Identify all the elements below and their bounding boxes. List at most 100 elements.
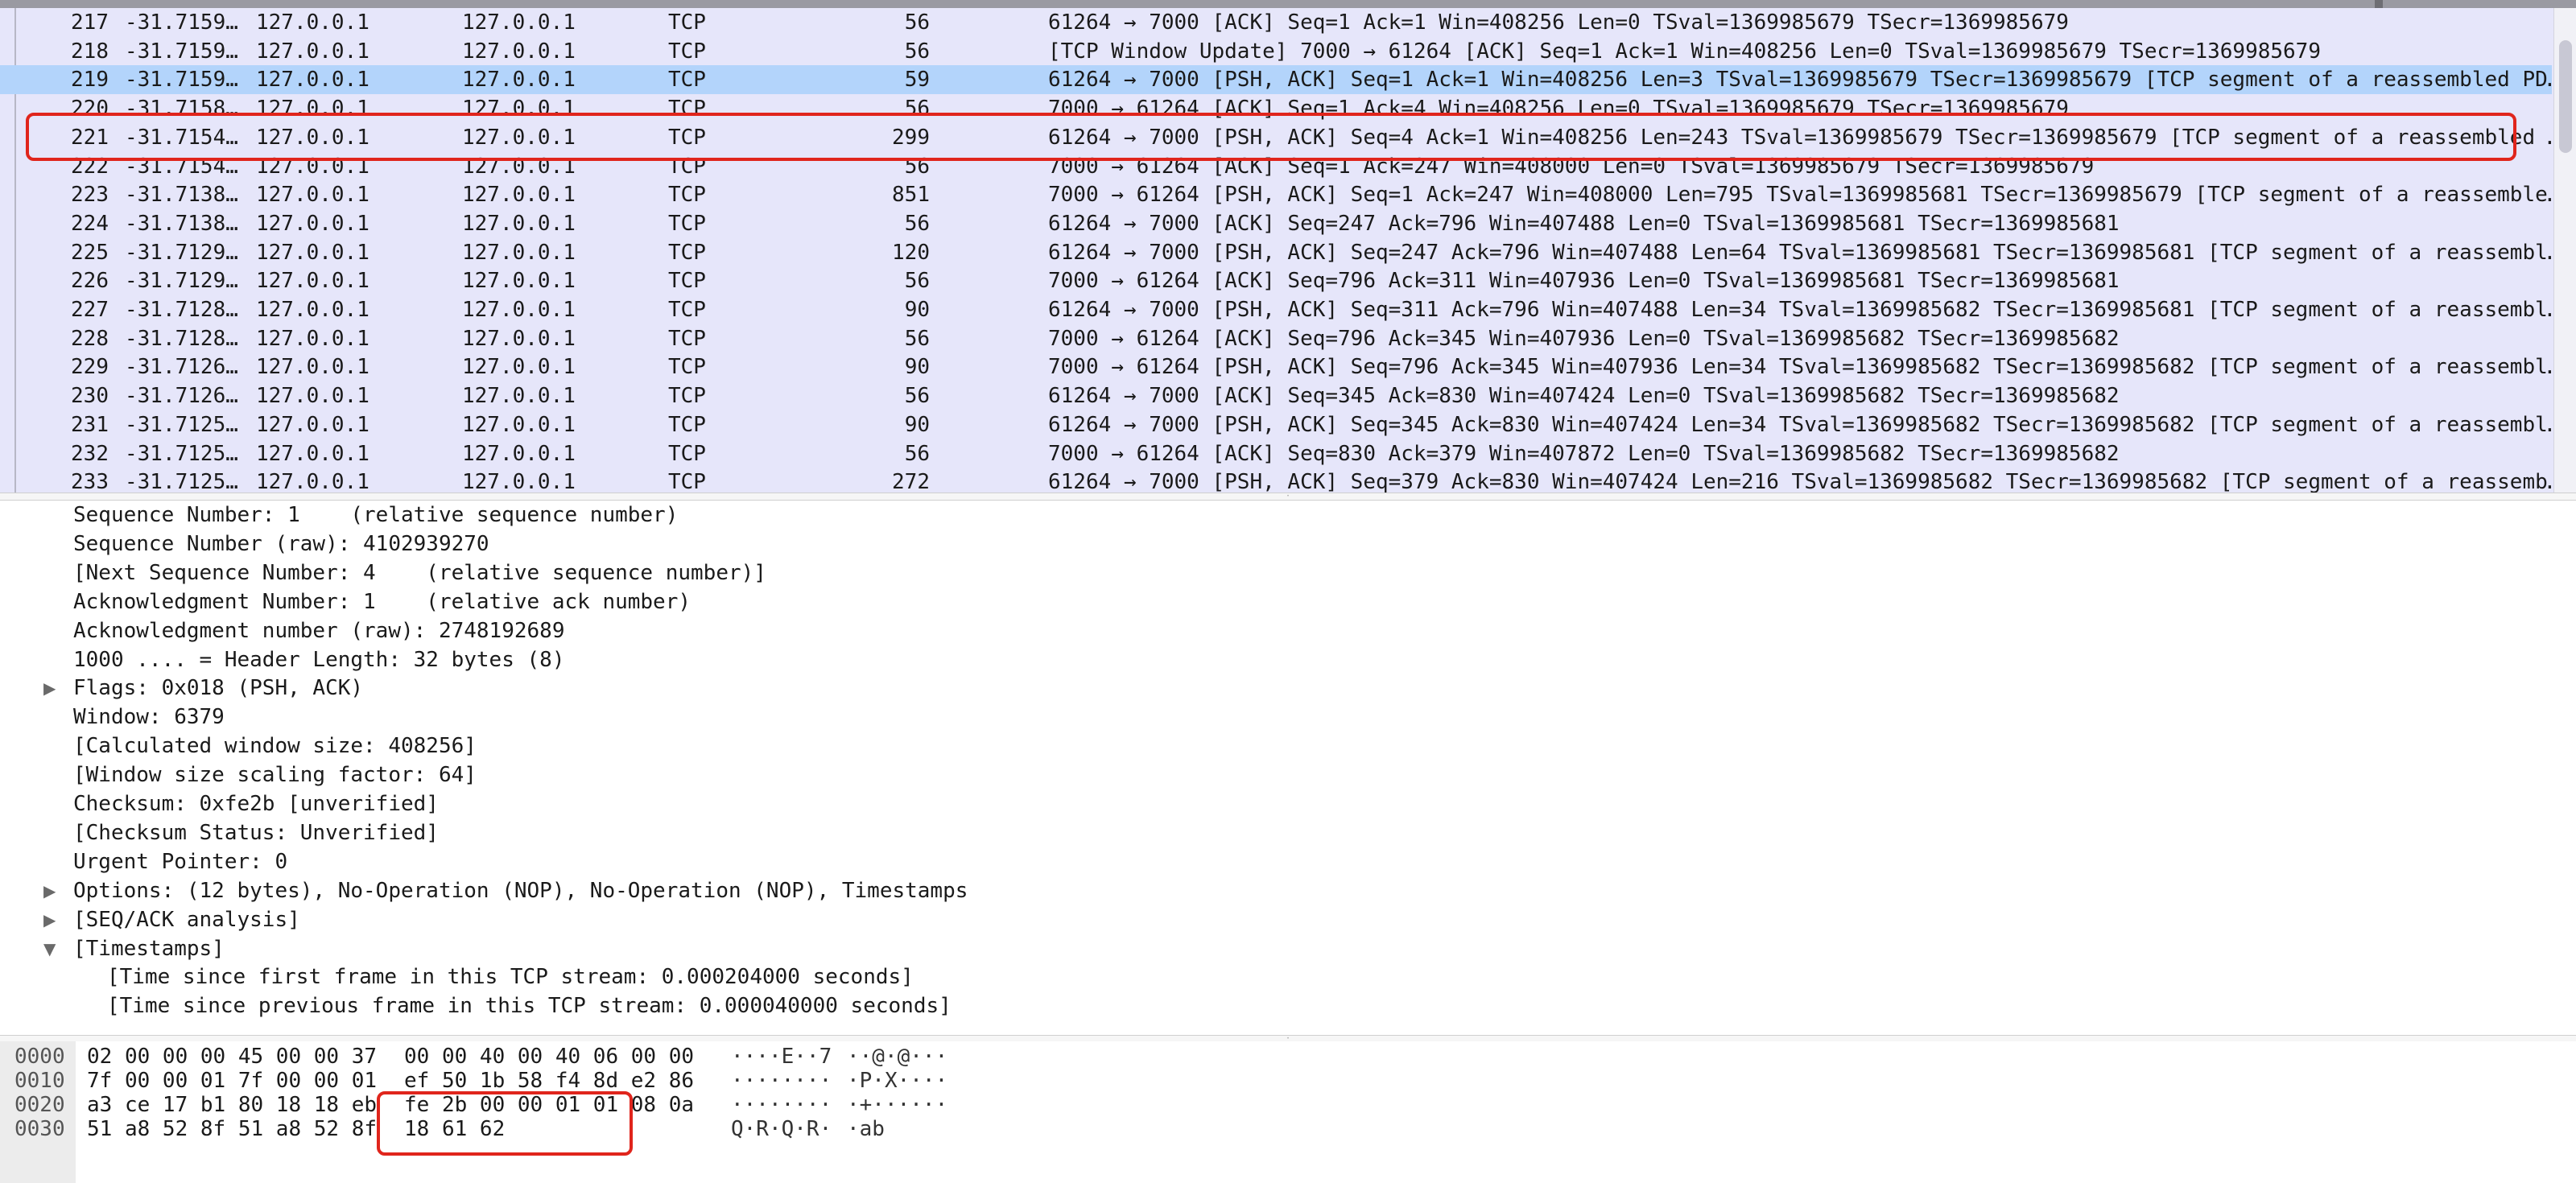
triangle-right-icon[interactable]: ▶	[43, 905, 60, 934]
packet-list[interactable]: 217 -31.7159… 127.0.0.1 127.0.0.1 TCP 56 61264…	[0, 0, 2576, 493]
packet-list-scrollbar[interactable]	[2553, 8, 2576, 493]
packet-row[interactable]: 227 -31.7128… 127.0.0.1 127.0.0.1 TCP 90 61264…	[0, 295, 2552, 324]
packet-cell-src: 127.0.0.1	[256, 326, 369, 351]
tree-row-label: Acknowledgment Number: 1 (relative ack n…	[73, 589, 691, 614]
packet-cell-len: 56	[904, 326, 930, 351]
packet-cell-len: 56	[904, 39, 930, 64]
tree-row[interactable]: [Checksum Status: Unverified]	[0, 818, 2576, 847]
byte-hex1[interactable]: 51 a8 52 8f 51 a8 52 8f	[87, 1117, 377, 1141]
packet-cell-proto: TCP	[668, 384, 706, 409]
packet-row[interactable]: 221 -31.7154… 127.0.0.1 127.0.0.1 TCP 299 6126…	[0, 123, 2552, 152]
triangle-right-icon[interactable]: ▶	[43, 876, 60, 905]
packet-row[interactable]: 226 -31.7129… 127.0.0.1 127.0.0.1 TCP 56 7000 …	[0, 266, 2552, 295]
tree-row[interactable]: ▼ [Timestamps]	[0, 934, 2576, 963]
packet-row[interactable]: 228 -31.7128… 127.0.0.1 127.0.0.1 TCP 56 7000 …	[0, 324, 2552, 353]
packet-cell-no: 228	[71, 326, 109, 351]
byte-ascii1[interactable]: ········	[731, 1069, 832, 1093]
packet-cell-len: 120	[892, 240, 930, 265]
packet-cell-proto: TCP	[668, 68, 706, 93]
tree-row-label: [Time since first frame in this TCP stre…	[107, 965, 914, 990]
tree-row[interactable]: Acknowledgment Number: 1 (relative ack n…	[0, 587, 2576, 616]
byte-hex2[interactable]: 18 61 62	[404, 1117, 505, 1141]
tree-row[interactable]: Window: 6379	[0, 703, 2576, 732]
byte-hex2[interactable]: fe 2b 00 00 01 01 08 0a	[404, 1093, 694, 1117]
tree-row[interactable]: Sequence Number (raw): 4102939270	[0, 530, 2576, 559]
packet-row[interactable]: 229 -31.7126… 127.0.0.1 127.0.0.1 TCP 90 7000 …	[0, 352, 2552, 381]
packet-cell-no: 219	[71, 68, 109, 93]
byte-ascii1[interactable]: ········	[731, 1093, 832, 1117]
tree-row[interactable]: Sequence Number: 1 (relative sequence nu…	[0, 501, 2576, 530]
packet-cell-no: 222	[71, 154, 109, 179]
packet-cell-dst: 127.0.0.1	[462, 97, 576, 122]
packet-cell-proto: TCP	[668, 412, 706, 437]
packet-cell-no: 220	[71, 97, 109, 122]
packet-row[interactable]: 223 -31.7138… 127.0.0.1 127.0.0.1 TCP 851 7000…	[0, 180, 2552, 209]
tree-row[interactable]: [Next Sequence Number: 4 (relative seque…	[0, 559, 2576, 587]
byte-row: 0030 51 a8 52 8f 51 a8 52 8f 18 61 62 Q·R·Q…	[0, 1117, 2576, 1141]
packet-cell-time: -31.7128…	[125, 298, 238, 322]
pane-splitter-top[interactable]: ⋅	[0, 493, 2576, 501]
scrollbar-thumb[interactable]	[2559, 40, 2572, 153]
packet-cell-len: 56	[904, 211, 930, 236]
tree-row[interactable]: 1000 .... = Header Length: 32 bytes (8)	[0, 645, 2576, 674]
packet-cell-info: 61264 → 7000 [PSH, ACK] Seq=345 Ack=830 …	[1048, 412, 2552, 437]
tree-row[interactable]: ▶ [SEQ/ACK analysis]	[0, 905, 2576, 934]
byte-hex1[interactable]: 02 00 00 00 45 00 00 37	[87, 1045, 377, 1069]
tree-row[interactable]: ▶ Flags: 0x018 (PSH, ACK)	[0, 674, 2576, 703]
packet-row[interactable]: 222 -31.7154… 127.0.0.1 127.0.0.1 TCP 56 7000 …	[0, 152, 2552, 181]
packet-row[interactable]: 230 -31.7126… 127.0.0.1 127.0.0.1 TCP 56 61264…	[0, 381, 2552, 410]
packet-row[interactable]: 232 -31.7125… 127.0.0.1 127.0.0.1 TCP 56 7000 …	[0, 439, 2552, 468]
header-scroll-thumb[interactable]	[2375, 0, 2383, 8]
splitter-grip-icon: ⋅	[1285, 492, 1291, 501]
tree-row[interactable]: [Time since first frame in this TCP stre…	[0, 962, 2576, 991]
packet-bytes-pane[interactable]: 0000 02 00 00 00 45 00 00 37 00 00 40 00 4…	[0, 1041, 2576, 1183]
byte-row: 0020 a3 ce 17 b1 80 18 18 eb fe 2b 00 00 0…	[0, 1093, 2576, 1117]
packet-cell-len: 272	[892, 470, 930, 493]
tree-row[interactable]: [Window size scaling factor: 64]	[0, 760, 2576, 789]
packet-row[interactable]: 219 -31.7159… 127.0.0.1 127.0.0.1 TCP 59 61264…	[0, 65, 2552, 95]
packet-row[interactable]: 217 -31.7159… 127.0.0.1 127.0.0.1 TCP 56 61264…	[0, 8, 2552, 37]
byte-ascii2[interactable]: ··@·@···	[847, 1045, 947, 1069]
tree-row[interactable]: [Calculated window size: 408256]	[0, 732, 2576, 760]
byte-ascii2[interactable]: ·ab	[847, 1117, 885, 1141]
packet-cell-len: 90	[904, 298, 930, 322]
byte-hex1[interactable]: a3 ce 17 b1 80 18 18 eb	[87, 1093, 377, 1117]
byte-hex2[interactable]: ef 50 1b 58 f4 8d e2 86	[404, 1069, 694, 1093]
packet-cell-no: 231	[71, 412, 109, 437]
triangle-down-icon[interactable]: ▼	[43, 934, 60, 963]
byte-row: 0000 02 00 00 00 45 00 00 37 00 00 40 00 4…	[0, 1045, 2576, 1069]
packet-cell-dst: 127.0.0.1	[462, 441, 576, 466]
packet-cell-time: -31.7126…	[125, 355, 238, 380]
packet-row[interactable]: 224 -31.7138… 127.0.0.1 127.0.0.1 TCP 56 61264…	[0, 209, 2552, 238]
tree-row[interactable]: Acknowledgment number (raw): 2748192689	[0, 616, 2576, 645]
tree-row-label: Checksum: 0xfe2b [unverified]	[73, 792, 439, 816]
packet-row[interactable]: 231 -31.7125… 127.0.0.1 127.0.0.1 TCP 90 61264…	[0, 410, 2552, 439]
packet-cell-time: -31.7159…	[125, 39, 238, 64]
tree-row-label: Sequence Number: 1 (relative sequence nu…	[73, 503, 679, 527]
tree-row[interactable]: Urgent Pointer: 0	[0, 847, 2576, 876]
packet-cell-dst: 127.0.0.1	[462, 183, 576, 208]
packet-row[interactable]: 225 -31.7129… 127.0.0.1 127.0.0.1 TCP 120 6126…	[0, 238, 2552, 267]
packet-row[interactable]: 233 -31.7125… 127.0.0.1 127.0.0.1 TCP 272 6126…	[0, 468, 2552, 493]
packet-row[interactable]: 220 -31.7158… 127.0.0.1 127.0.0.1 TCP 56 7000 …	[0, 94, 2552, 123]
tree-row[interactable]: Checksum: 0xfe2b [unverified]	[0, 789, 2576, 818]
tree-row[interactable]: ▶ Options: (12 bytes), No-Operation (NOP)…	[0, 876, 2576, 905]
byte-hex1[interactable]: 7f 00 00 01 7f 00 00 01	[87, 1069, 377, 1093]
byte-ascii1[interactable]: ····E··7	[731, 1045, 832, 1069]
byte-ascii2[interactable]: ·P·X····	[847, 1069, 947, 1093]
byte-hex2[interactable]: 00 00 40 00 40 06 00 00	[404, 1045, 694, 1069]
packet-cell-proto: TCP	[668, 470, 706, 493]
packet-cell-src: 127.0.0.1	[256, 10, 369, 35]
packet-cell-src: 127.0.0.1	[256, 269, 369, 294]
byte-ascii2[interactable]: ·+······	[847, 1093, 947, 1117]
packet-cell-src: 127.0.0.1	[256, 384, 369, 409]
packet-cell-proto: TCP	[668, 39, 706, 64]
tree-row[interactable]: [Time since previous frame in this TCP s…	[0, 991, 2576, 1020]
packet-cell-proto: TCP	[668, 298, 706, 322]
triangle-right-icon[interactable]: ▶	[43, 674, 60, 703]
packet-cell-dst: 127.0.0.1	[462, 384, 576, 409]
packet-details-pane[interactable]: Sequence Number: 1 (relative sequence nu…	[0, 501, 2576, 1035]
packet-row[interactable]: 218 -31.7159… 127.0.0.1 127.0.0.1 TCP 56 [TCP …	[0, 37, 2552, 66]
byte-ascii1[interactable]: Q·R·Q·R·	[731, 1117, 832, 1141]
packet-cell-src: 127.0.0.1	[256, 355, 369, 380]
